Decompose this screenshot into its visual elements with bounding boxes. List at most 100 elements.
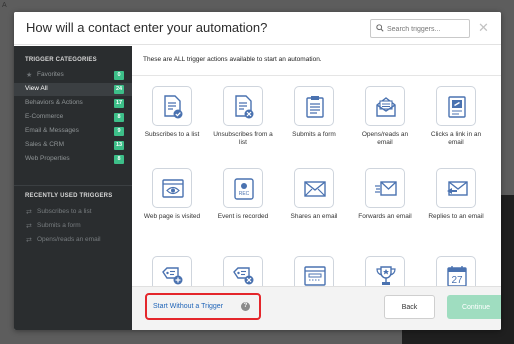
trigger-tile-date[interactable]: 27 [426,256,486,286]
trigger-tile-box[interactable] [152,168,192,208]
swap-icon: ⇄ [26,209,32,216]
trigger-tile-box[interactable]: 27 [436,256,476,286]
trigger-tile-box[interactable]: REC [223,168,263,208]
open-envelope-icon [376,97,396,117]
help-icon[interactable]: ? [241,302,250,311]
tag-add-icon [162,267,183,285]
trigger-tile-box[interactable] [365,86,405,126]
trigger-tile-box[interactable] [152,86,192,126]
envelope-reply-icon [447,181,468,196]
start-without-trigger-highlight: Start Without a Trigger ? [145,293,261,320]
sidebar-item-label: Sales & CRM [25,141,65,148]
swap-icon: ⇄ [26,223,32,230]
web-form-icon [304,266,326,286]
link-document-icon [448,96,466,118]
sidebar-item-label: View All [25,85,48,92]
trigger-tile-forwards-email[interactable]: Forwards an email [355,168,415,221]
trigger-tile-box[interactable] [365,256,405,286]
trophy-icon [376,266,396,285]
sidebar-item-behaviors-actions[interactable]: Behaviors & Actions 17 [14,97,132,110]
close-icon[interactable]: ✕ [478,20,489,36]
trigger-tile-box[interactable] [436,86,476,126]
trigger-tile-tag-added[interactable] [142,256,202,286]
browser-eye-icon [162,179,184,198]
recent-item-opens-email[interactable]: ⇄ Opens/reads an email [14,234,132,247]
modal-title: How will a contact enter your automation… [26,20,268,35]
document-remove-icon [235,95,254,119]
trigger-tile-subscribes[interactable]: Subscribes to a list [142,86,202,139]
trigger-tile-unsubscribes[interactable]: Unsubscribes from a list [213,86,273,147]
count-badge: 24 [114,85,124,94]
sidebar: TRIGGER CATEGORIES ★ Favorites 0 View Al… [14,46,132,330]
trigger-tile-box[interactable] [223,256,263,286]
sidebar-item-sales-crm[interactable]: Sales & CRM 13 [14,139,132,152]
continue-button[interactable]: Continue [447,295,501,319]
trigger-tile-box[interactable] [223,86,263,126]
back-button[interactable]: Back [384,295,435,319]
swap-icon: ⇄ [26,237,32,244]
trigger-tile-tag-removed[interactable] [213,256,273,286]
sidebar-item-label: Email & Messages [25,127,79,134]
envelope-share-icon [304,181,326,197]
sidebar-item-view-all[interactable]: View All 24 [14,83,132,96]
background-text: A [2,2,7,9]
trigger-tile-box[interactable] [294,86,334,126]
trigger-label: Forwards an email [358,213,412,220]
count-badge: 0 [114,71,124,80]
calendar-icon: 27 [447,266,467,286]
sidebar-item-label: Behaviors & Actions [25,99,83,106]
trigger-modal: How will a contact enter your automation… [14,12,501,330]
search-icon [376,24,384,32]
modal-footer: Start Without a Trigger ? Back Continue [132,286,501,330]
document-check-icon [164,95,183,119]
trigger-categories-heading: TRIGGER CATEGORIES [25,57,97,63]
tag-remove-icon [233,267,254,285]
sidebar-item-e-commerce[interactable]: E-Commerce 8 [14,111,132,124]
sidebar-item-email-messages[interactable]: Email & Messages 9 [14,125,132,138]
trigger-tile-goal[interactable] [355,256,415,286]
sidebar-item-label: E-Commerce [25,113,64,120]
star-icon: ★ [26,72,33,79]
trigger-tile-web-page-visited[interactable]: Web page is visited [142,168,202,221]
trigger-description: These are ALL trigger actions available … [143,56,322,63]
trigger-tile-event-recorded[interactable]: REC Event is recorded [213,168,273,221]
trigger-label: Clicks a link in an email [430,131,482,146]
trigger-tile-box[interactable] [294,256,334,286]
start-without-trigger-link[interactable]: Start Without a Trigger [153,303,223,310]
sidebar-divider [14,185,132,186]
sidebar-item-label: Web Properties [25,155,70,162]
trigger-tile-box[interactable] [436,168,476,208]
trigger-label: Unsubscribes from a list [213,131,273,146]
record-rec-icon: REC [234,178,254,200]
recent-item-submits-form[interactable]: ⇄ Submits a form [14,220,132,233]
trigger-tile-clicks-link[interactable]: Clicks a link in an email [426,86,486,147]
trigger-label: Replies to an email [428,213,484,220]
calendar-day: 27 [451,275,463,286]
trigger-label: Subscribes to a list [144,131,200,138]
search-triggers-field[interactable] [370,19,470,38]
trigger-tile-box[interactable] [365,168,405,208]
envelope-forward-icon [375,181,397,196]
description-divider [132,75,501,76]
trigger-tile-replies-email[interactable]: Replies to an email [426,168,486,221]
trigger-tile-box[interactable] [152,256,192,286]
trigger-label: Event is recorded [217,213,269,220]
trigger-tile-web-form[interactable] [284,256,344,286]
recent-triggers-heading: RECENTLY USED TRIGGERS [25,193,113,199]
trigger-label: Opens/reads an email [361,131,409,146]
sidebar-item-favorites[interactable]: ★ Favorites 0 [14,69,132,82]
sidebar-item-web-properties[interactable]: Web Properties 8 [14,153,132,166]
recent-item-subscribes[interactable]: ⇄ Subscribes to a list [14,206,132,219]
count-badge: 13 [114,141,124,150]
trigger-label: Submits a form [292,131,336,138]
recent-item-label: Subscribes to a list [37,208,92,215]
trigger-tile-shares-email[interactable]: Shares an email [284,168,344,221]
trigger-tile-box[interactable] [294,168,334,208]
recent-item-label: Submits a form [37,222,81,229]
trigger-tile-submits-form[interactable]: Submits a form [284,86,344,139]
count-badge: 8 [114,155,124,164]
search-triggers-input[interactable] [387,22,467,36]
trigger-grid-panel: These are ALL trigger actions available … [132,46,501,286]
count-badge: 17 [114,99,124,108]
trigger-tile-opens-email[interactable]: Opens/reads an email [355,86,415,147]
